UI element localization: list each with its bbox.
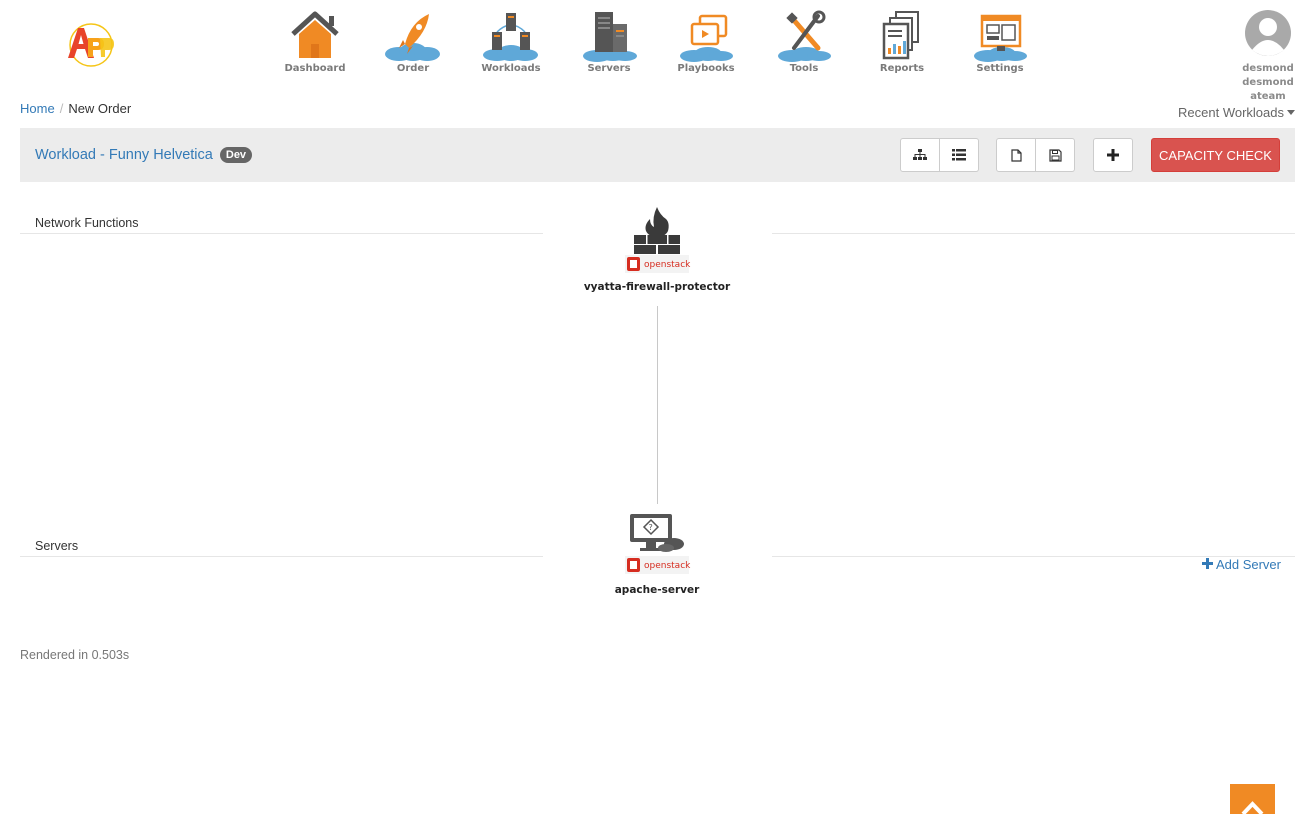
settings-icon xyxy=(974,14,1027,62)
add-server-link[interactable]: Add Server xyxy=(1202,557,1281,572)
environment-badge: Dev xyxy=(219,147,253,163)
topology-view-button[interactable] xyxy=(900,138,940,172)
add-server-label: Add Server xyxy=(1215,557,1281,572)
list-icon xyxy=(952,149,966,161)
plus-icon xyxy=(1202,558,1214,569)
nav-reports-label: Reports xyxy=(879,63,925,74)
network-functions-heading: Network Functions xyxy=(35,216,139,230)
divider xyxy=(20,556,543,557)
recent-workloads-dropdown[interactable]: Recent Workloads xyxy=(1178,105,1295,120)
house-icon xyxy=(291,11,339,58)
avatar xyxy=(1245,10,1291,56)
caret-down-icon xyxy=(1287,110,1295,115)
workload-title[interactable]: Workload - Funny Helvetica Dev xyxy=(35,147,253,163)
add-button[interactable] xyxy=(1093,138,1133,172)
nav-tools[interactable]: Tools xyxy=(764,10,844,74)
breadcrumb-home-link[interactable]: Home xyxy=(20,101,55,116)
nav-tools-label: Tools xyxy=(789,63,819,74)
top-navigation: Dashboard Order Workloads Servers Playbo… xyxy=(0,0,1315,102)
tools-icon xyxy=(778,10,831,62)
servers-icon xyxy=(583,12,637,62)
plus-icon xyxy=(1107,149,1119,161)
divider xyxy=(20,233,543,234)
capacity-check-button[interactable]: CAPACITY CHECK xyxy=(1151,138,1280,172)
workload-title-text: Workload - Funny Helvetica xyxy=(35,147,213,163)
nav-workloads[interactable]: Workloads xyxy=(471,10,551,74)
chevron-up-icon xyxy=(1241,801,1264,814)
scroll-to-top-button[interactable] xyxy=(1230,784,1275,814)
servers-heading: Servers xyxy=(35,539,79,553)
render-time-text: Rendered in 0.503s xyxy=(20,648,130,662)
nav-settings[interactable]: Settings xyxy=(960,10,1040,74)
playbooks-icon xyxy=(680,14,733,62)
new-document-button[interactable] xyxy=(996,138,1036,172)
workloads-icon xyxy=(483,13,538,61)
breadcrumb-separator: / xyxy=(59,101,64,116)
firewall-icon: openstack xyxy=(625,207,691,273)
list-view-button[interactable] xyxy=(940,138,979,172)
save-button[interactable] xyxy=(1036,138,1075,172)
nav-dashboard-label: Dashboard xyxy=(284,63,346,74)
nav-order[interactable]: Order xyxy=(373,10,453,74)
nav-order-label: Order xyxy=(396,63,430,74)
reports-icon xyxy=(882,11,919,60)
firewall-node-label: vyatta-firewall-protector xyxy=(583,281,731,293)
server-node[interactable]: ? openstack apache-server xyxy=(577,508,737,596)
nav-servers[interactable]: Servers xyxy=(569,10,649,74)
nav-servers-label: Servers xyxy=(587,63,631,74)
nav-settings-label: Settings xyxy=(976,63,1024,74)
nav-playbooks-label: Playbooks xyxy=(677,63,735,74)
nav-workloads-label: Workloads xyxy=(481,63,541,74)
nav-dashboard[interactable]: Dashboard xyxy=(275,10,355,74)
node-connection-line xyxy=(657,306,658,504)
openstack-logo-text: openstack xyxy=(644,561,691,571)
user-menu[interactable]: desmond desmond ateam xyxy=(1218,10,1315,104)
rocket-icon xyxy=(385,14,440,61)
user-name: desmond desmond xyxy=(1242,63,1294,88)
server-node-label: apache-server xyxy=(614,584,700,596)
workload-toolbar: Workload - Funny Helvetica Dev CAPACITY … xyxy=(20,128,1295,182)
breadcrumb-current: New Order xyxy=(68,101,132,116)
nav-reports[interactable]: Reports xyxy=(862,10,942,74)
sitemap-icon xyxy=(913,149,927,160)
floppy-disk-icon xyxy=(1048,148,1062,162)
divider xyxy=(772,233,1295,234)
recent-workloads-label: Recent Workloads xyxy=(1178,105,1284,120)
svg-text:?: ? xyxy=(649,523,653,532)
user-team: ateam xyxy=(1250,91,1286,102)
openstack-logo-text: openstack xyxy=(644,260,691,270)
file-icon xyxy=(1010,148,1022,162)
app-logo[interactable] xyxy=(64,20,116,68)
nav-playbooks[interactable]: Playbooks xyxy=(666,10,746,74)
breadcrumb: Home / New Order xyxy=(20,101,131,116)
server-machine-icon: ? openstack xyxy=(625,514,691,574)
firewall-node[interactable]: openstack vyatta-firewall-protector xyxy=(577,205,737,293)
